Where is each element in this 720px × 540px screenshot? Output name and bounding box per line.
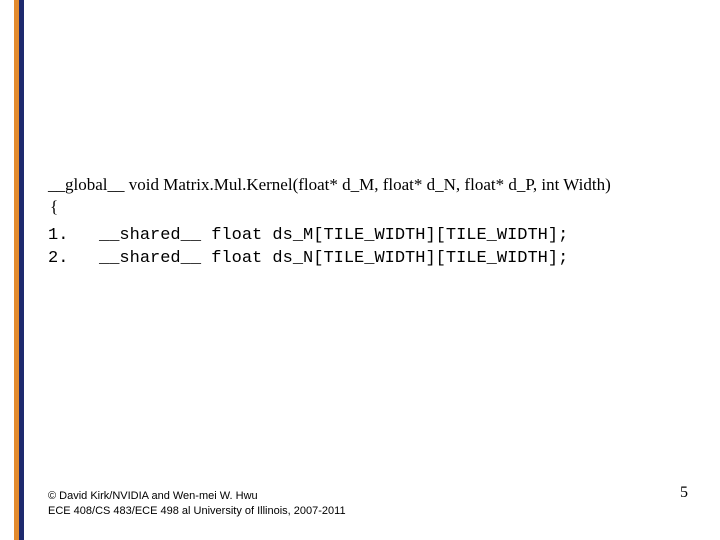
page-number: 5: [680, 484, 688, 502]
function-declaration: __global__ void Matrix.Mul.Kernel(float*…: [48, 174, 700, 195]
slide-container: __global__ void Matrix.Mul.Kernel(float*…: [0, 0, 720, 540]
accent-bar-navy: [19, 0, 24, 540]
opening-brace: {: [50, 197, 700, 217]
footer-line-2: ECE 408/CS 483/ECE 498 al University of …: [48, 504, 346, 518]
footer-line-1: © David Kirk/NVIDIA and Wen-mei W. Hwu: [48, 489, 346, 503]
code-block: 1. __shared__ float ds_M[TILE_WIDTH][TIL…: [48, 225, 700, 271]
side-accent-bars: [14, 0, 24, 540]
footer-copyright: © David Kirk/NVIDIA and Wen-mei W. Hwu E…: [48, 489, 346, 518]
code-line-2: 2. __shared__ float ds_N[TILE_WIDTH][TIL…: [48, 249, 568, 268]
slide-content: __global__ void Matrix.Mul.Kernel(float*…: [48, 174, 700, 271]
code-line-1: 1. __shared__ float ds_M[TILE_WIDTH][TIL…: [48, 226, 568, 245]
